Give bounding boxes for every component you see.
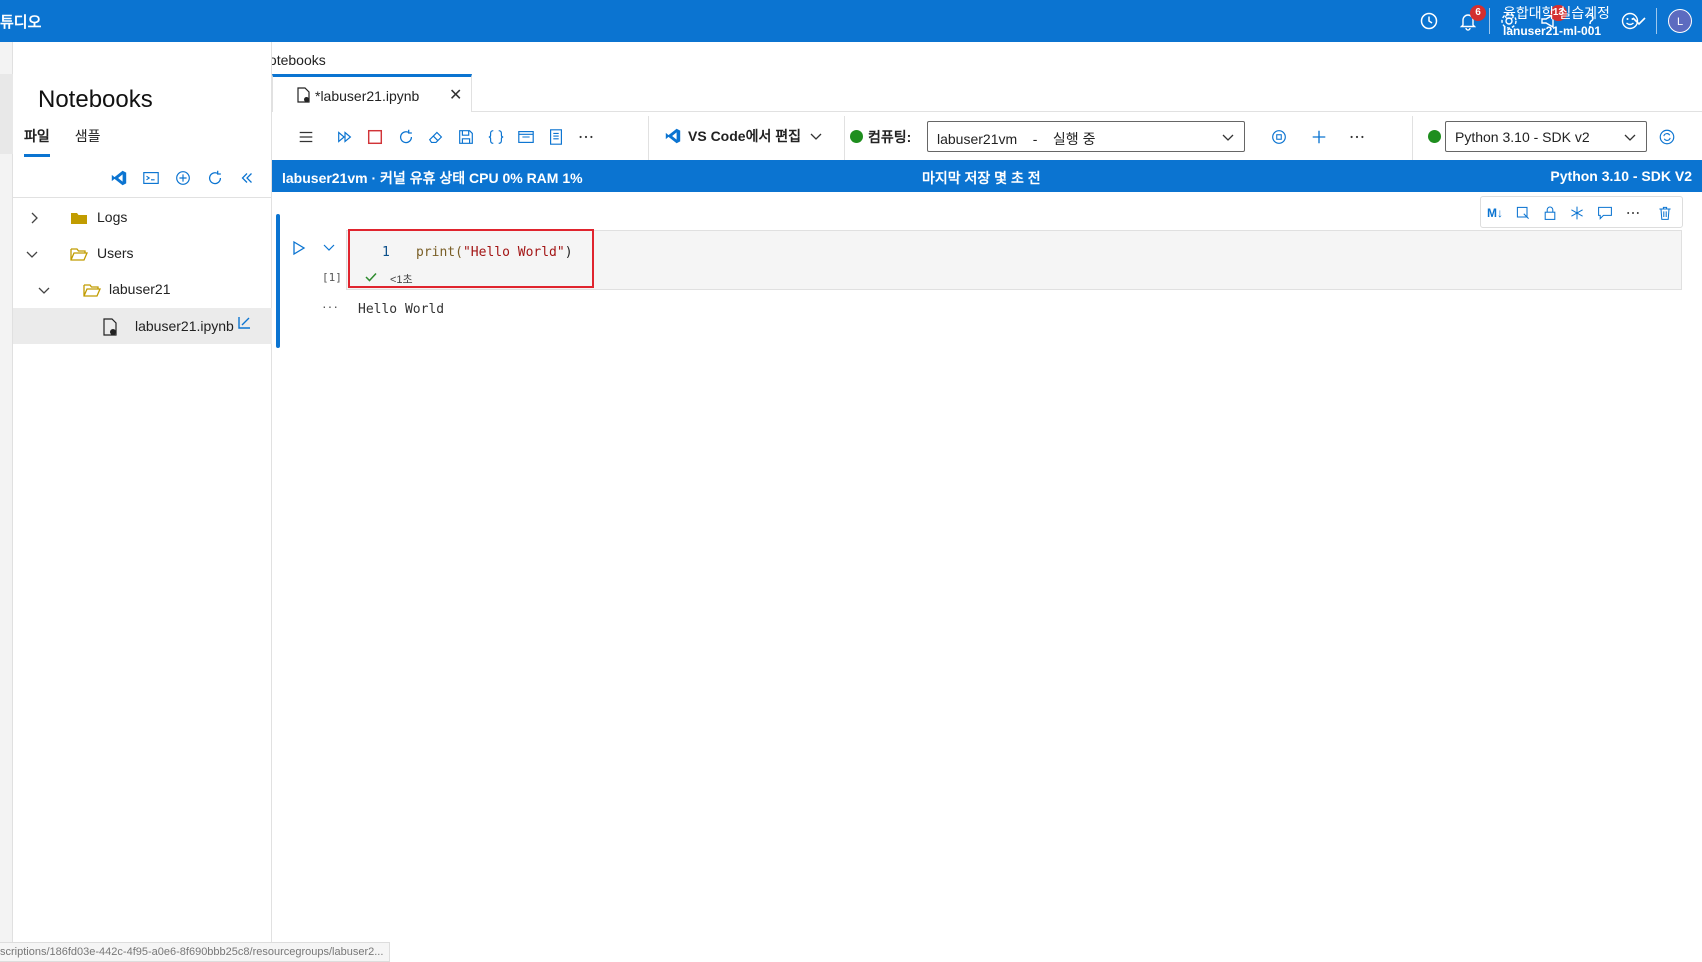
notebook-tab-strip: *labuser21.ipynb ✕	[272, 72, 1702, 112]
outline-icon[interactable]	[516, 127, 536, 147]
chevron-down-icon[interactable]	[25, 247, 39, 261]
chevron-down-icon	[1624, 134, 1636, 141]
highlight-annotation-box	[348, 229, 594, 288]
chevron-down-icon[interactable]	[37, 283, 51, 297]
tree-item-label: labuser21	[109, 281, 171, 297]
vscode-icon	[665, 128, 681, 144]
cell-focus-indicator	[276, 214, 280, 348]
comment-icon[interactable]	[1595, 203, 1615, 223]
account-workspace-name[interactable]: lanuser21-ml-001	[1503, 24, 1601, 38]
refresh-icon[interactable]	[205, 168, 225, 188]
edit-indicator-icon	[238, 317, 250, 329]
tree-item-labuser21[interactable]: labuser21	[13, 272, 272, 308]
delete-trash-icon[interactable]	[1655, 203, 1675, 223]
chevron-down-icon	[1222, 134, 1234, 141]
chevron-down-icon	[810, 133, 822, 140]
eraser-icon[interactable]	[426, 127, 446, 147]
left-nav-rail	[0, 42, 13, 962]
run-all-icon[interactable]	[335, 127, 355, 147]
cell-more-icon[interactable]	[1623, 203, 1643, 223]
tab-files[interactable]: 파일	[24, 126, 50, 157]
edit-in-vscode-button[interactable]: VS Code에서 편집	[664, 126, 823, 146]
topbar-divider	[1489, 8, 1490, 34]
divider	[13, 197, 272, 198]
tree-item-logs[interactable]: Logs	[13, 200, 272, 236]
tree-item-notebook-file[interactable]: labuser21.ipynb	[13, 308, 272, 344]
run-by-line-icon[interactable]	[1513, 203, 1533, 223]
add-compute-icon[interactable]	[1309, 127, 1329, 147]
restart-icon[interactable]	[396, 127, 416, 147]
kernel-info-bar: labuser21vm · 커널 유휴 상태 CPU 0% RAM 1% 마지막…	[272, 160, 1702, 192]
save-icon[interactable]	[456, 127, 476, 147]
variables-braces-icon[interactable]	[486, 127, 506, 147]
chevron-down-icon	[323, 244, 335, 251]
app-title: 튜디오	[0, 14, 42, 31]
tree-item-label: Logs	[97, 209, 128, 225]
compute-select[interactable]: labuser21vm - 실행 중	[927, 121, 1245, 152]
vscode-button-label: VS Code에서 편집	[688, 128, 801, 144]
compute-status-dot	[850, 130, 863, 143]
lock-icon[interactable]	[1540, 203, 1560, 223]
markdown-toggle-button[interactable]: M↓	[1485, 203, 1505, 223]
tab-label: *labuser21.ipynb	[315, 88, 420, 104]
close-icon[interactable]: ✕	[449, 85, 462, 105]
save-status-text: 마지막 저장 몇 초 전	[922, 170, 1041, 186]
play-icon	[293, 240, 306, 256]
panel-title: Notebooks	[38, 86, 153, 113]
kernel-select[interactable]: Python 3.10 - SDK v2	[1445, 121, 1647, 152]
cell-output: Hello World	[358, 302, 445, 317]
tree-item-users[interactable]: Users	[13, 236, 272, 272]
vscode-icon[interactable]	[109, 168, 129, 188]
collapse-panel-icon[interactable]	[237, 168, 257, 188]
compute-details-icon[interactable]	[1269, 127, 1289, 147]
folder-icon	[71, 213, 87, 224]
freeze-snowflake-icon[interactable]	[1567, 203, 1587, 223]
folder-open-icon	[83, 284, 101, 297]
terminal-icon[interactable]	[141, 168, 161, 188]
notebook-file-icon	[297, 87, 310, 103]
notebook-toolbar: VS Code에서 편집 컴퓨팅: labuser21vm - 실행 중 Pyt…	[272, 114, 1702, 160]
kernel-status-text: labuser21vm · 커널 유휴 상태 CPU 0% RAM 1%	[282, 170, 583, 186]
kernel-sync-icon[interactable]	[1657, 127, 1677, 147]
cell-toolbar: M↓	[1480, 196, 1683, 228]
output-menu-ellipsis[interactable]: ···	[322, 298, 339, 314]
compute-more-icon[interactable]	[1347, 127, 1367, 147]
toolbar-divider	[648, 116, 649, 160]
avatar[interactable]: L	[1668, 9, 1692, 33]
toolbar-divider	[844, 116, 845, 160]
folder-open-icon	[70, 248, 88, 261]
menu-icon[interactable]	[296, 127, 316, 147]
tab-samples[interactable]: 샘플	[75, 126, 101, 157]
topbar-divider-2	[1656, 8, 1657, 34]
kernel-name-text: Python 3.10 - SDK V2	[1550, 168, 1692, 184]
history-icon[interactable]	[1417, 9, 1441, 33]
compute-label: 컴퓨팅:	[868, 129, 912, 145]
top-app-bar: 튜디오 6 13 융합대학 실습계정 lanuser21-ml-001 L	[0, 0, 1702, 42]
file-explorer-panel: Notebooks 파일 샘플 Logs Users labuser21 lab…	[13, 42, 272, 962]
chevron-right-icon[interactable]	[27, 211, 41, 225]
left-nav-rail-highlight	[0, 74, 13, 154]
account-chevron-down-icon[interactable]	[1627, 9, 1651, 33]
tree-item-label: Users	[97, 245, 134, 261]
kernel-select-value: Python 3.10 - SDK v2	[1455, 129, 1590, 145]
notebook-file-icon	[103, 318, 117, 336]
tab-notebook[interactable]: *labuser21.ipynb ✕	[272, 74, 472, 112]
account-org-name[interactable]: 융합대학 실습계정	[1503, 3, 1610, 23]
stop-icon[interactable]	[365, 127, 385, 147]
tree-item-label: labuser21.ipynb	[135, 318, 234, 334]
more-icon[interactable]	[576, 127, 596, 147]
run-cell-button[interactable]	[292, 240, 306, 259]
add-icon[interactable]	[173, 168, 193, 188]
toolbar-divider	[1412, 116, 1413, 160]
bell-icon[interactable]: 6	[1456, 5, 1486, 33]
document-icon[interactable]	[546, 127, 566, 147]
panel-tabs: 파일 샘플	[24, 126, 126, 157]
execution-count: [1]	[322, 271, 342, 284]
status-url: scriptions/186fd03e-442c-4f95-a0e6-8f690…	[0, 942, 391, 962]
collapse-cell-button[interactable]	[322, 240, 336, 257]
notification-badge: 6	[1470, 5, 1486, 21]
file-toolbar	[109, 168, 269, 188]
compute-select-value: labuser21vm - 실행 중	[937, 131, 1096, 147]
kernel-status-dot	[1428, 130, 1441, 143]
